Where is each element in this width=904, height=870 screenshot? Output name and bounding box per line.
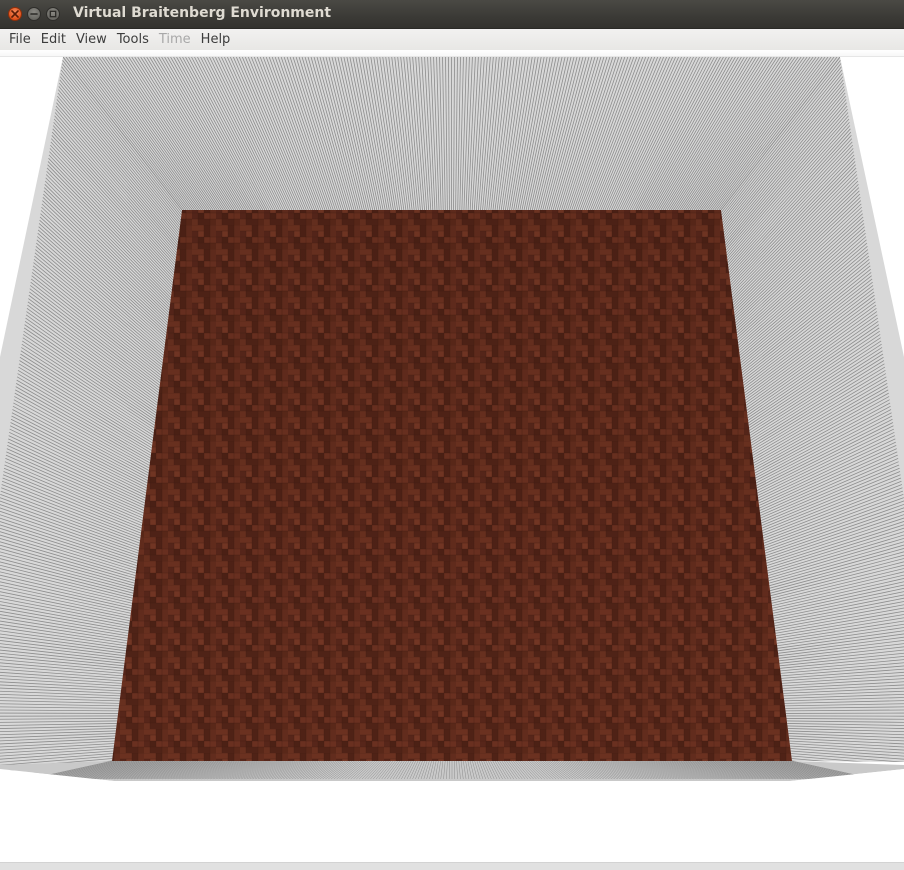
menu-view[interactable]: View (70, 30, 111, 49)
minimize-button[interactable] (27, 7, 41, 21)
close-button[interactable] (8, 7, 22, 21)
menu-bar: File Edit View Tools Time Help (0, 29, 904, 50)
menu-tools[interactable]: Tools (111, 30, 153, 49)
menu-separator (0, 50, 904, 57)
maximize-button[interactable] (46, 7, 60, 21)
title-bar[interactable]: Virtual Braitenberg Environment (0, 0, 904, 29)
menu-file[interactable]: File (0, 30, 35, 49)
close-icon (11, 10, 19, 18)
menu-time: Time (158, 32, 191, 47)
window-title: Virtual Braitenberg Environment (73, 5, 332, 21)
menu-edit[interactable]: Edit (35, 30, 70, 49)
status-strip (0, 862, 904, 870)
arena-floor (112, 210, 792, 761)
3d-viewport[interactable] (0, 57, 904, 862)
app-window: Virtual Braitenberg Environment File Edi… (0, 0, 904, 870)
minimize-icon (30, 13, 38, 15)
arena-scene[interactable] (0, 57, 904, 862)
maximize-icon (49, 10, 57, 18)
menu-help[interactable]: Help (195, 30, 235, 49)
